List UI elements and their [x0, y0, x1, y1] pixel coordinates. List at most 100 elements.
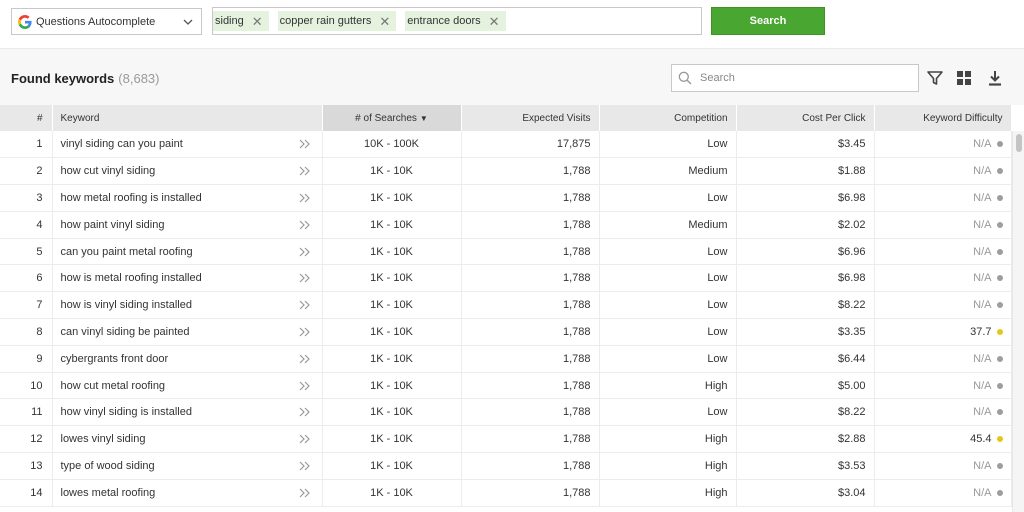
keyword-text[interactable]: can you paint metal roofing	[61, 246, 193, 258]
table-row[interactable]: 13 type of wood siding 1K - 10K 1,788 High $3…	[0, 452, 1012, 480]
download-icon[interactable]	[986, 69, 1004, 87]
row-number: 10	[0, 372, 53, 400]
row-number: 7	[0, 291, 53, 320]
column-header-visits[interactable]: Expected Visits	[461, 105, 600, 131]
keyword-text[interactable]: how paint vinyl siding	[61, 219, 165, 231]
keyword-text[interactable]: lowes vinyl siding	[61, 433, 146, 445]
competition-cell: Low	[599, 345, 737, 373]
google-g-icon	[18, 14, 32, 29]
competition-cell: Low	[599, 238, 737, 266]
keywords-table: # Keyword # of Searches ▼ Expected Visits…	[0, 105, 1024, 512]
table-row[interactable]: 4 how paint vinyl siding 1K - 10K 1,788 Medi…	[0, 211, 1012, 239]
filter-icon[interactable]	[926, 69, 944, 87]
double-chevron-right-icon[interactable]	[298, 381, 312, 391]
row-number: 6	[0, 264, 53, 293]
row-number: 14	[0, 479, 53, 507]
double-chevron-right-icon[interactable]	[298, 166, 312, 176]
difficulty-value: N/A	[973, 138, 992, 151]
difficulty-cell: N/A	[874, 264, 1012, 293]
table-row[interactable]: 5 can you paint metal roofing 1K - 10K 1,78…	[0, 238, 1012, 266]
column-header-num[interactable]: #	[0, 105, 53, 131]
filter-search-box	[671, 64, 919, 92]
results-count: (8,683)	[118, 71, 160, 86]
table-row[interactable]: 6 how is metal roofing installed 1K - 10K 1…	[0, 264, 1012, 293]
keyword-text[interactable]: how metal roofing is installed	[61, 192, 202, 204]
keyword-text[interactable]: lowes metal roofing	[61, 487, 156, 499]
table-row[interactable]: 2 how cut vinyl siding 1K - 10K 1,788 Medium…	[0, 157, 1012, 186]
filter-search-input[interactable]	[700, 72, 900, 84]
double-chevron-right-icon[interactable]	[298, 354, 312, 364]
double-chevron-right-icon[interactable]	[298, 300, 312, 310]
column-header-searches[interactable]: # of Searches ▼	[322, 105, 462, 131]
table-row[interactable]: 9 cybergrants front door 1K - 10K 1,788 Low $…	[0, 345, 1012, 373]
keyword-text[interactable]: how vinyl siding is installed	[61, 406, 192, 418]
column-header-keyword[interactable]: Keyword	[52, 105, 323, 131]
difficulty-cell: N/A	[874, 184, 1012, 212]
searches-cell: 1K - 10K	[322, 372, 462, 400]
visits-cell: 1,788	[461, 345, 600, 373]
difficulty-cell: N/A	[874, 372, 1012, 400]
search-button[interactable]: Search	[711, 7, 825, 35]
competition-cell: Low	[599, 398, 737, 427]
keyword-text[interactable]: vinyl siding can you paint	[61, 138, 183, 150]
table-row[interactable]: 7 how is vinyl siding installed 1K - 10K 1,…	[0, 291, 1012, 320]
searches-cell: 1K - 10K	[322, 238, 462, 266]
cpc-cell: $6.44	[736, 345, 875, 373]
source-dropdown[interactable]: Questions Autocomplete	[11, 8, 202, 35]
difficulty-cell: N/A	[874, 479, 1012, 507]
table-row[interactable]: 1 vinyl siding can you paint 10K - 100K 17,…	[0, 131, 1012, 159]
cpc-cell: $2.02	[736, 211, 875, 239]
keyword-text[interactable]: type of wood siding	[61, 460, 155, 472]
column-header-competition[interactable]: Competition	[599, 105, 737, 131]
visits-cell: 1,788	[461, 318, 600, 346]
scrollbar-thumb[interactable]	[1016, 134, 1022, 152]
difficulty-status-dot	[996, 382, 1003, 389]
table-row[interactable]: 14 lowes metal roofing 1K - 10K 1,788 High $3…	[0, 479, 1012, 507]
difficulty-cell: 37.7	[874, 318, 1012, 346]
table-row[interactable]: 3 how metal roofing is installed 1K - 10K 1…	[0, 184, 1012, 212]
difficulty-value: N/A	[973, 165, 992, 178]
double-chevron-right-icon[interactable]	[298, 461, 312, 471]
searches-cell: 1K - 10K	[322, 264, 462, 293]
column-header-cpc[interactable]: Cost Per Click	[736, 105, 875, 131]
table-row[interactable]: 12 lowes vinyl siding 1K - 10K 1,788 High $2.…	[0, 425, 1012, 454]
keyword-text[interactable]: how is vinyl siding installed	[61, 299, 192, 311]
grid-icon[interactable]	[955, 69, 973, 87]
keyword-tags-input[interactable]: siding ✕ copper rain gutters ✕ entrance …	[212, 7, 702, 35]
close-icon[interactable]: ✕	[252, 15, 263, 28]
table-row[interactable]: 8 can vinyl siding be painted 1K - 10K 1,78…	[0, 318, 1012, 346]
competition-cell: Low	[599, 318, 737, 346]
double-chevron-right-icon[interactable]	[298, 327, 312, 337]
table-scrollbar[interactable]	[1012, 131, 1024, 512]
difficulty-cell: 45.4	[874, 425, 1012, 454]
double-chevron-right-icon[interactable]	[298, 407, 312, 417]
keyword-text[interactable]: cybergrants front door	[61, 353, 169, 365]
visits-cell: 1,788	[461, 425, 600, 454]
keyword-cell: how is vinyl siding installed	[52, 291, 323, 320]
keyword-cell: cybergrants front door	[52, 345, 323, 373]
close-icon[interactable]: ✕	[379, 15, 390, 28]
competition-cell: High	[599, 452, 737, 480]
keyword-text[interactable]: how is metal roofing installed	[61, 272, 202, 284]
difficulty-status-dot	[996, 409, 1003, 416]
keyword-text[interactable]: how cut metal roofing	[61, 380, 166, 392]
difficulty-value: N/A	[973, 245, 992, 258]
close-icon[interactable]: ✕	[489, 15, 500, 28]
double-chevron-right-icon[interactable]	[298, 488, 312, 498]
column-header-difficulty[interactable]: Keyword Difficulty	[874, 105, 1012, 131]
difficulty-value: N/A	[973, 272, 992, 285]
competition-cell: High	[599, 425, 737, 454]
double-chevron-right-icon[interactable]	[298, 273, 312, 283]
table-row[interactable]: 10 how cut metal roofing 1K - 10K 1,788 High…	[0, 372, 1012, 400]
visits-cell: 1,788	[461, 184, 600, 212]
double-chevron-right-icon[interactable]	[298, 247, 312, 257]
double-chevron-right-icon[interactable]	[298, 139, 312, 149]
double-chevron-right-icon[interactable]	[298, 220, 312, 230]
difficulty-value: N/A	[973, 191, 992, 204]
row-number: 8	[0, 318, 53, 346]
double-chevron-right-icon[interactable]	[298, 434, 312, 444]
double-chevron-right-icon[interactable]	[298, 193, 312, 203]
keyword-text[interactable]: can vinyl siding be painted	[61, 326, 190, 338]
keyword-text[interactable]: how cut vinyl siding	[61, 165, 156, 177]
table-row[interactable]: 11 how vinyl siding is installed 1K - 10K 1…	[0, 398, 1012, 427]
